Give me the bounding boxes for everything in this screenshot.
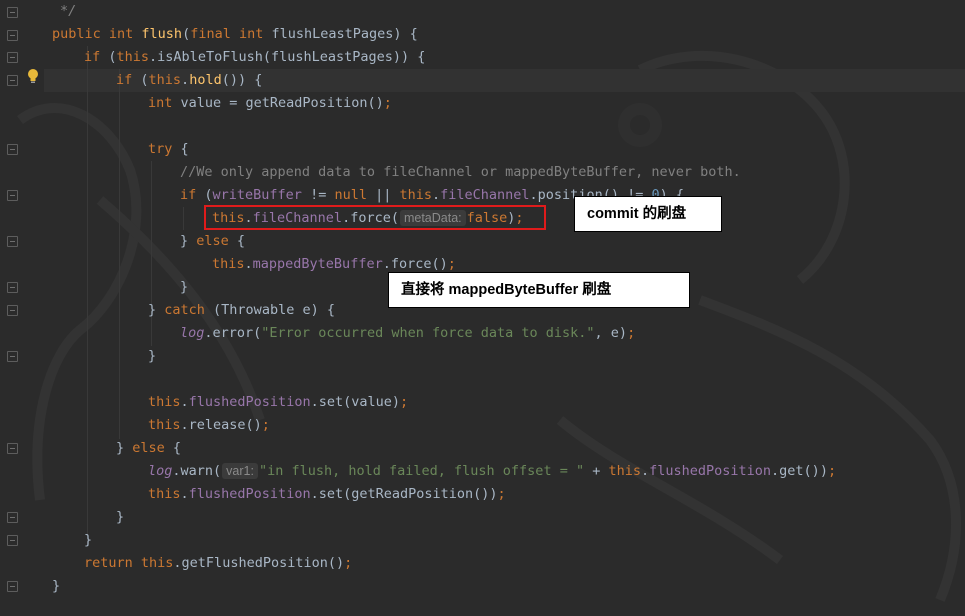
fold-marker-icon[interactable] <box>7 443 18 454</box>
fold-marker-icon[interactable] <box>7 282 18 293</box>
code-line: } <box>116 509 125 525</box>
annotation-label: commit 的刷盘 <box>587 206 687 222</box>
fold-marker-icon[interactable] <box>7 144 18 155</box>
highlight-box <box>204 205 546 230</box>
code-line: log.warn(var1: "in flush, hold failed, fl… <box>148 463 837 479</box>
editor-gutter <box>0 0 44 616</box>
fold-marker-icon[interactable] <box>7 535 18 546</box>
fold-marker-icon[interactable] <box>7 30 18 41</box>
annotation-commit-flush: commit 的刷盘 <box>574 196 722 232</box>
fold-marker-icon[interactable] <box>7 52 18 63</box>
code-line: } <box>148 348 157 364</box>
fold-marker-icon[interactable] <box>7 7 18 18</box>
code-line: public int flush(final int flushLeastPag… <box>52 26 418 42</box>
indent-guide <box>119 69 120 439</box>
code-line: this.flushedPosition.set(value); <box>148 394 409 410</box>
indent-guide <box>183 207 184 230</box>
indent-guide <box>87 46 88 546</box>
fold-marker-icon[interactable] <box>7 351 18 362</box>
method-name: flush <box>141 26 183 42</box>
code-comment: //We only append data to fileChannel or … <box>180 164 741 180</box>
annotation-label: 直接将 mappedByteBuffer 刷盘 <box>401 282 612 298</box>
code-line: try { <box>148 141 189 157</box>
code-line: //We only append data to fileChannel or … <box>180 161 741 184</box>
fold-marker-icon[interactable] <box>7 305 18 316</box>
editor-background-artwork <box>17 50 962 602</box>
code-line: } <box>84 532 93 548</box>
annotation-mapped-flush: 直接将 mappedByteBuffer 刷盘 <box>388 272 690 308</box>
code-line: this.release(); <box>148 417 270 433</box>
code-line: int value = getReadPosition(); <box>148 95 392 111</box>
code-line: */ <box>60 0 76 23</box>
code-line: log.error("Error occurred when force dat… <box>180 325 636 341</box>
code-line: return this.getFlushedPosition(); <box>84 555 353 571</box>
code-line: } catch (Throwable e) { <box>148 302 335 318</box>
fold-marker-icon[interactable] <box>7 581 18 592</box>
fold-marker-icon[interactable] <box>7 190 18 201</box>
lightbulb-icon[interactable] <box>26 68 40 84</box>
code-line: this.flushedPosition.set(getReadPosition… <box>148 486 506 502</box>
parameter-hint: var1: <box>222 463 258 479</box>
code-line: } else { <box>180 233 246 249</box>
code-line: } <box>180 279 189 295</box>
code-line: } <box>52 578 61 594</box>
code-editor[interactable]: */ public int flush(final int flushLeast… <box>0 0 965 616</box>
fold-marker-icon[interactable] <box>7 75 18 86</box>
fold-marker-icon[interactable] <box>7 236 18 247</box>
code-line: if (this.hold()) { <box>116 72 263 88</box>
code-line: if (this.isAbleToFlush(flushLeastPages))… <box>84 49 426 65</box>
code-line: } else { <box>116 440 182 456</box>
comment-end: */ <box>60 3 77 19</box>
fold-marker-icon[interactable] <box>7 512 18 523</box>
